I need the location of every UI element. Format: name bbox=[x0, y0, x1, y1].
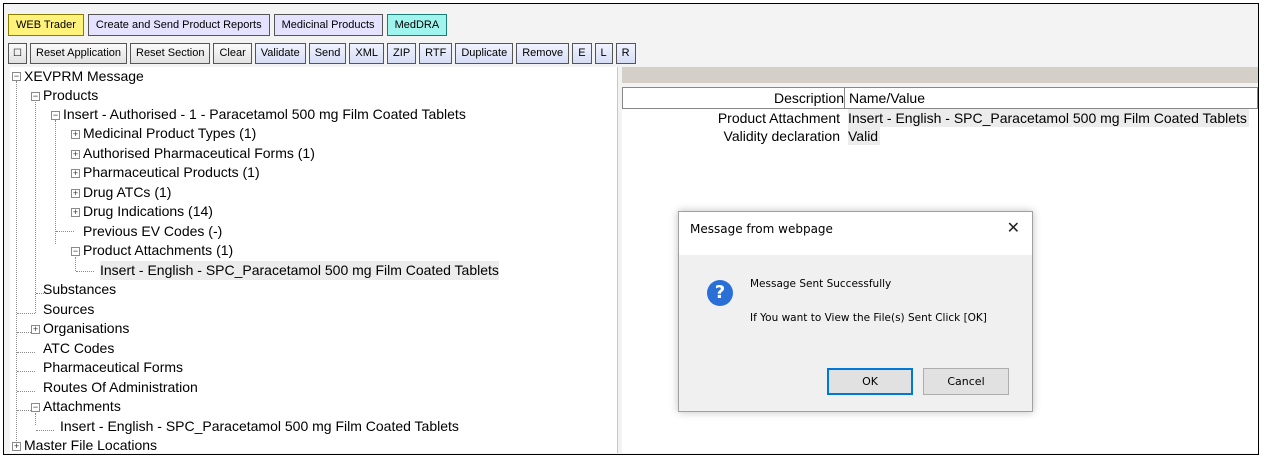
tree-connector bbox=[36, 430, 54, 431]
tree-node-product-attachments[interactable]: Product Attachments (1) bbox=[83, 241, 233, 260]
collapse-icon[interactable]: − bbox=[31, 403, 40, 412]
dialog-message-secondary: If You want to View the File(s) Sent Cli… bbox=[750, 312, 987, 324]
collapse-icon[interactable]: − bbox=[12, 72, 21, 81]
cancel-button[interactable]: Cancel bbox=[923, 368, 1009, 395]
tree-connector bbox=[16, 81, 17, 451]
description-column-header[interactable]: Description bbox=[623, 88, 845, 108]
dialog-title: Message from webpage bbox=[690, 222, 833, 236]
tab-meddra[interactable]: MedDRA bbox=[386, 14, 448, 36]
tree-node-product-attachment-item[interactable]: Insert - English - SPC_Paracetamol 500 m… bbox=[100, 261, 499, 280]
expand-icon[interactable]: + bbox=[71, 130, 80, 139]
reset-section-button[interactable]: Reset Section bbox=[130, 43, 211, 64]
tree-node-atc-codes[interactable]: ATC Codes bbox=[43, 339, 114, 358]
tree-connector bbox=[35, 413, 36, 425]
tree-node-medicinal-product-types[interactable]: Medicinal Product Types (1) bbox=[83, 124, 256, 143]
rtf-button[interactable]: RTF bbox=[419, 43, 453, 64]
question-icon: ? bbox=[707, 280, 733, 306]
tab-web-trader[interactable]: WEB Trader bbox=[8, 14, 84, 36]
collapse-icon[interactable]: − bbox=[71, 247, 80, 256]
remove-button[interactable]: Remove bbox=[516, 43, 570, 64]
details-header: Description Name/Value bbox=[622, 87, 1258, 109]
tree-node-product-item[interactable]: Insert - Authorised - 1 - Paracetamol 50… bbox=[63, 105, 466, 124]
tree-connector bbox=[17, 391, 35, 392]
tree-node-previous-ev-codes[interactable]: Previous EV Codes (-) bbox=[83, 222, 222, 241]
row-value: Valid bbox=[848, 127, 881, 145]
tab-medicinal-products[interactable]: Medicinal Products bbox=[273, 14, 383, 36]
tree-connector bbox=[76, 271, 94, 272]
row-description: Product Attachment bbox=[717, 110, 840, 126]
tree-node-authorised-pharmaceutical-forms[interactable]: Authorised Pharmaceutical Forms (1) bbox=[83, 144, 315, 163]
e-button[interactable]: E bbox=[572, 43, 592, 64]
details-title-bar bbox=[622, 67, 1258, 83]
toolbar: ☐ Reset Application Reset Section Clear … bbox=[8, 43, 636, 64]
table-row: Validity declaration Valid bbox=[622, 127, 1258, 145]
tree-node-products[interactable]: Products bbox=[43, 86, 98, 105]
expand-icon[interactable]: + bbox=[71, 208, 80, 217]
row-value: Insert - English - SPC_Paracetamol 500 m… bbox=[848, 109, 1249, 127]
tree-node-pharmaceutical-forms[interactable]: Pharmaceutical Forms bbox=[43, 358, 183, 377]
tree-node-substances[interactable]: Substances bbox=[43, 280, 116, 299]
tree-connector bbox=[75, 257, 76, 271]
dialog-body: ? Message Sent Successfully If You want … bbox=[679, 255, 1032, 364]
row-description: Validity declaration bbox=[723, 128, 840, 144]
tree-node-attachments[interactable]: Attachments bbox=[43, 397, 121, 416]
tree-connector bbox=[55, 120, 56, 244]
square-icon: ☐ bbox=[13, 48, 22, 59]
expand-icon[interactable]: + bbox=[31, 325, 40, 334]
tree-node-sources[interactable]: Sources bbox=[43, 300, 94, 319]
collapse-icon[interactable]: − bbox=[51, 111, 60, 120]
xevprm-tree: − XEVPRM Message − Products − Insert - A… bbox=[10, 67, 618, 453]
tree-node-pharmaceutical-products[interactable]: Pharmaceutical Products (1) bbox=[83, 163, 260, 182]
table-row: Product Attachment Insert - English - SP… bbox=[622, 109, 1258, 127]
tree-node-drug-indications[interactable]: Drug Indications (14) bbox=[83, 202, 213, 221]
tree-connector bbox=[56, 231, 74, 232]
close-icon[interactable]: ✕ bbox=[1007, 218, 1020, 237]
message-dialog: Message from webpage ✕ ? Message Sent Su… bbox=[678, 211, 1033, 412]
duplicate-button[interactable]: Duplicate bbox=[455, 43, 514, 64]
tree-connector bbox=[17, 352, 35, 353]
expand-icon[interactable]: + bbox=[71, 189, 80, 198]
expand-icon[interactable]: + bbox=[12, 442, 21, 451]
tree-connector bbox=[17, 313, 35, 314]
l-button[interactable]: L bbox=[594, 43, 613, 64]
collapse-icon[interactable]: − bbox=[31, 92, 40, 101]
tab-create-and-send-product-reports[interactable]: Create and Send Product Reports bbox=[87, 14, 270, 36]
tree-node-xevprm-message[interactable]: XEVPRM Message bbox=[24, 67, 144, 86]
send-button[interactable]: Send bbox=[308, 43, 347, 64]
tree-node-attachment-item[interactable]: Insert - English - SPC_Paracetamol 500 m… bbox=[60, 417, 459, 436]
clear-button[interactable]: Clear bbox=[213, 43, 252, 64]
xml-button[interactable]: XML bbox=[349, 43, 385, 64]
expand-icon[interactable]: + bbox=[71, 169, 80, 178]
expand-icon[interactable]: + bbox=[71, 150, 80, 159]
tree-connector bbox=[17, 371, 35, 372]
reset-application-button[interactable]: Reset Application bbox=[30, 43, 127, 64]
tree-node-drug-atcs[interactable]: Drug ATCs (1) bbox=[83, 183, 171, 202]
r-button[interactable]: R bbox=[615, 43, 636, 64]
tree-node-routes-of-administration[interactable]: Routes Of Administration bbox=[43, 378, 198, 397]
value-column-header[interactable]: Name/Value bbox=[849, 88, 925, 108]
tree-node-organisations[interactable]: Organisations bbox=[43, 319, 129, 338]
tree-node-master-file-locations[interactable]: Master File Locations bbox=[24, 436, 157, 455]
tree-connector bbox=[35, 100, 36, 313]
zip-button[interactable]: ZIP bbox=[387, 43, 417, 64]
validate-button[interactable]: Validate bbox=[254, 43, 306, 64]
square-toggle-button[interactable]: ☐ bbox=[8, 43, 27, 64]
top-tabs: WEB Trader Create and Send Product Repor… bbox=[8, 14, 448, 36]
dialog-message-primary: Message Sent Successfully bbox=[750, 278, 892, 290]
ok-button[interactable]: OK bbox=[827, 368, 913, 395]
